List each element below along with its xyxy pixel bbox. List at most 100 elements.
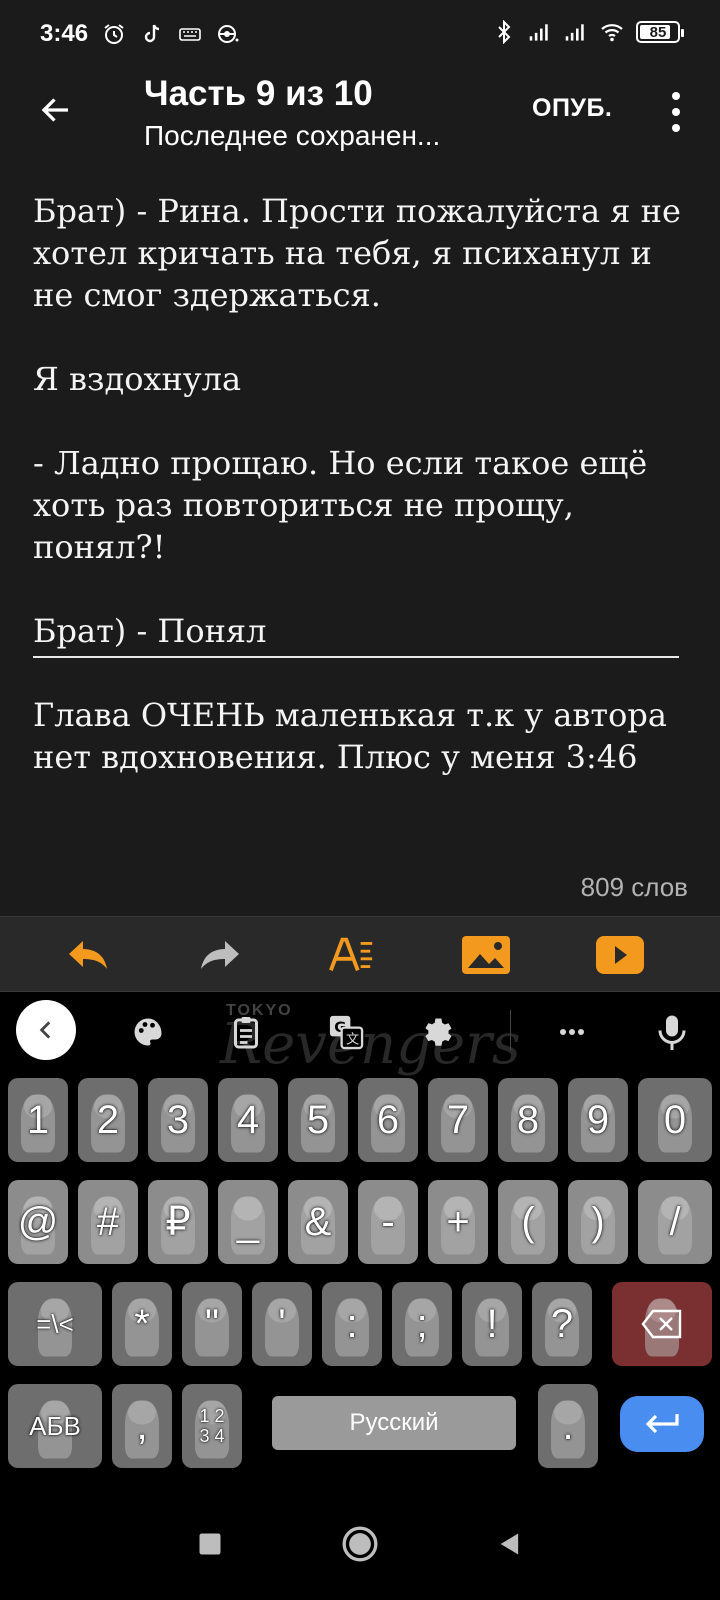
numpad-label: 1 2 3 4 [199, 1406, 224, 1446]
dot [672, 108, 680, 116]
key-ampersand[interactable]: & [288, 1180, 348, 1264]
theme-button[interactable] [124, 1008, 172, 1056]
publish-button[interactable]: ОПУБ. [532, 94, 612, 123]
clipboard-icon [234, 1017, 258, 1049]
text-format-button[interactable] [328, 933, 376, 977]
home-button[interactable] [336, 1520, 384, 1568]
system-back-button[interactable] [486, 1520, 534, 1568]
key-1[interactable]: 1 [8, 1078, 68, 1162]
status-bar: 3:46 85 [0, 0, 720, 68]
status-time: 3:46 [40, 20, 89, 47]
paragraph [33, 316, 693, 358]
arrow-left-icon [41, 98, 68, 122]
alphabet-switch-key[interactable]: АБВ [8, 1384, 102, 1468]
key-exclamation[interactable]: ! [462, 1282, 522, 1366]
paragraph: Глава ОЧЕНЬ маленькая т.к у автора нет в… [33, 696, 667, 776]
signal-icon [529, 24, 548, 41]
numpad-label-top: 1 2 [199, 1406, 225, 1426]
tiktok-icon [144, 24, 160, 43]
undo-button[interactable] [64, 933, 112, 977]
insert-video-icon [596, 936, 644, 974]
key-more-symbols[interactable]: =\< [8, 1282, 102, 1366]
app-bar: Часть 9 из 10 Последнее сохранен... ОПУБ… [0, 68, 720, 170]
keyboard-icon [179, 28, 201, 41]
key-3[interactable]: 3 [148, 1078, 208, 1162]
home-icon [342, 1526, 378, 1562]
key-paren-open[interactable]: ( [498, 1180, 558, 1264]
insert-image-icon [462, 936, 510, 974]
key-at[interactable]: @ [8, 1180, 68, 1264]
keyboard-toolbar: G文 [0, 992, 720, 1068]
battery-icon: 85 [636, 21, 684, 43]
more-tools-button[interactable] [548, 1008, 596, 1056]
toolbar-separator [510, 1010, 511, 1050]
bluetooth-icon [498, 20, 511, 44]
key-single-quote[interactable]: ' [252, 1282, 312, 1366]
key-double-quote[interactable]: " [182, 1282, 242, 1366]
svg-text:文: 文 [346, 1032, 359, 1048]
key-question[interactable]: ? [532, 1282, 592, 1366]
palette-icon [134, 1018, 162, 1046]
collapse-toolbar-button[interactable] [16, 1000, 76, 1060]
numpad-label-bottom: 3 4 [199, 1426, 225, 1446]
translate-button[interactable]: G文 [322, 1008, 370, 1056]
key-2[interactable]: 2 [78, 1078, 138, 1162]
key-5[interactable]: 5 [288, 1078, 348, 1162]
key-paren-close[interactable]: ) [568, 1180, 628, 1264]
key-colon[interactable]: : [322, 1282, 382, 1366]
navigation-bar [0, 1484, 720, 1600]
enter-key[interactable] [620, 1396, 704, 1452]
undo-icon [69, 941, 107, 969]
pokeball-icon [218, 25, 239, 43]
key-6[interactable]: 6 [358, 1078, 418, 1162]
key-hash[interactable]: # [78, 1180, 138, 1264]
microphone-icon [658, 1015, 686, 1050]
key-7[interactable]: 7 [428, 1078, 488, 1162]
dot [672, 92, 680, 100]
redo-icon [201, 941, 239, 969]
insert-video-button[interactable] [596, 933, 644, 977]
alarm-icon [104, 24, 124, 44]
status-left: 3:46 [40, 20, 240, 48]
key-slash[interactable]: / [638, 1180, 712, 1264]
key-period[interactable]: . [538, 1384, 598, 1468]
key-minus[interactable]: - [358, 1180, 418, 1264]
backspace-key[interactable] [612, 1282, 712, 1366]
key-9[interactable]: 9 [568, 1078, 628, 1162]
title-block: Часть 9 из 10 Последнее сохранен... [144, 72, 494, 156]
more-icon [560, 1029, 584, 1035]
recents-button[interactable] [186, 1520, 234, 1568]
paragraph: Брат) - Рина. Прости пожалуйста я не хот… [33, 192, 681, 314]
backspace-icon [641, 1309, 682, 1339]
recents-icon [199, 1533, 221, 1555]
clipboard-button[interactable] [222, 1008, 270, 1056]
numpad-switch-key[interactable]: 1 2 3 4 [182, 1384, 242, 1468]
key-0[interactable]: 0 [638, 1078, 712, 1162]
chapter-editor[interactable]: Брат) - Рина. Прости пожалуйста я не хот… [0, 170, 720, 916]
key-plus[interactable]: + [428, 1180, 488, 1264]
keyboard: TOKYO Revengers G文 1 2 3 4 5 6 7 8 9 0 @… [0, 992, 720, 1484]
gear-icon [425, 1018, 452, 1046]
insert-image-button[interactable] [462, 933, 510, 977]
text-divider [33, 656, 679, 658]
paragraph: Брат) - Понял [33, 612, 267, 650]
key-semicolon[interactable]: ; [392, 1282, 452, 1366]
chevron-left-icon [39, 1021, 51, 1039]
more-options-button[interactable] [664, 88, 688, 136]
space-key[interactable]: Русский [272, 1396, 516, 1450]
save-status: Последнее сохранен... [144, 120, 441, 151]
editor-text[interactable]: Брат) - Рина. Прости пожалуйста я не хот… [33, 190, 693, 778]
redo-button[interactable] [196, 933, 244, 977]
key-comma[interactable]: , [112, 1384, 172, 1468]
key-ruble[interactable]: ₽ [148, 1180, 208, 1264]
keyboard-settings-button[interactable] [414, 1008, 462, 1056]
voice-input-button[interactable] [648, 1008, 696, 1056]
back-icon [500, 1533, 519, 1555]
key-asterisk[interactable]: * [112, 1282, 172, 1366]
key-underscore[interactable]: _ [218, 1180, 278, 1264]
key-4[interactable]: 4 [218, 1078, 278, 1162]
key-8[interactable]: 8 [498, 1078, 558, 1162]
back-button[interactable] [32, 86, 80, 134]
paragraph [33, 400, 693, 442]
dot [672, 124, 680, 132]
